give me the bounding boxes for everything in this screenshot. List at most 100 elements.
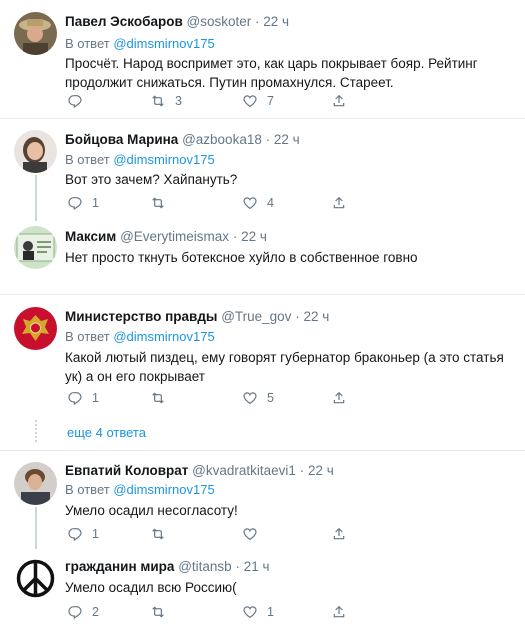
reply-icon: [68, 606, 82, 620]
share-icon: [333, 391, 345, 404]
avatar-image: [14, 226, 57, 269]
separator-dot: ·: [232, 229, 238, 244]
retweet-button[interactable]: [150, 604, 175, 620]
thread-dotted-line: [35, 420, 37, 442]
author-handle[interactable]: @kvadratkitaevi1: [192, 463, 296, 478]
share-button[interactable]: [331, 390, 347, 406]
author-handle[interactable]: @titansb: [178, 559, 231, 574]
like-count: 1: [267, 605, 274, 619]
reply-prefix: В ответ: [65, 329, 110, 344]
like-count: 4: [267, 196, 274, 210]
author-handle[interactable]: @Everytimeismax: [120, 229, 229, 244]
peace-icon: [14, 557, 57, 600]
share-button[interactable]: [331, 93, 347, 109]
reply-button[interactable]: 1: [67, 526, 99, 542]
reply-count: 2: [92, 605, 99, 619]
tweet-evpatiy[interactable]: Евпатий Коловрат @kvadratkitaevi1 · 22 ч…: [0, 451, 525, 547]
retweet-button[interactable]: [150, 390, 175, 406]
share-button[interactable]: [331, 604, 347, 620]
retweet-icon: [152, 392, 164, 404]
like-button[interactable]: [242, 526, 267, 542]
share-icon: [333, 605, 345, 618]
separator-dot: ·: [235, 559, 240, 574]
share-icon: [333, 527, 345, 540]
reply-count: 1: [92, 527, 99, 541]
reply-context: В ответ @dimsmirnov175: [65, 36, 215, 51]
avatar-image: [14, 12, 57, 55]
reply-mention[interactable]: @dimsmirnov175: [113, 329, 214, 344]
show-more-replies-link[interactable]: еще 4 ответа: [67, 425, 146, 440]
author-handle[interactable]: @True_gov: [221, 309, 291, 324]
separator-dot: ·: [265, 132, 271, 147]
author-name[interactable]: гражданин мира: [65, 559, 174, 574]
tweet-ministerstvo[interactable]: Министерство правды @True_gov · 22 ч В о…: [0, 295, 525, 413]
reply-context: В ответ @dimsmirnov175: [65, 482, 215, 497]
timestamp[interactable]: 22 ч: [303, 309, 329, 324]
reply-button[interactable]: [67, 93, 92, 109]
tweet-boytsova[interactable]: Бойцова Марина @azbooka18 · 22 ч В ответ…: [0, 119, 525, 214]
retweet-count: 3: [175, 94, 182, 108]
separator-dot: ·: [299, 463, 305, 478]
tweet-text: Умело осадил несогласоту!: [65, 503, 238, 518]
share-icon: [333, 94, 345, 107]
avatar[interactable]: [14, 307, 57, 350]
tweet-text: Нет просто ткнуть ботексное хуйло в собс…: [65, 250, 418, 265]
reply-mention[interactable]: @dimsmirnov175: [113, 152, 214, 167]
avatar-image: [14, 130, 57, 173]
reply-mention[interactable]: @dimsmirnov175: [113, 36, 214, 51]
author-handle[interactable]: @azbooka18: [182, 132, 262, 147]
reply-button[interactable]: 1: [67, 195, 99, 211]
reply-button[interactable]: 1: [67, 390, 99, 406]
retweet-button[interactable]: [150, 195, 175, 211]
reply-prefix: В ответ: [65, 152, 110, 167]
retweet-icon: [152, 606, 164, 618]
author-handle[interactable]: @soskoter: [187, 14, 252, 29]
author-name[interactable]: Евпатий Коловрат: [65, 463, 188, 478]
share-button[interactable]: [331, 195, 347, 211]
heart-icon: [243, 392, 257, 405]
reply-count: 1: [92, 391, 99, 405]
reply-mention[interactable]: @dimsmirnov175: [113, 482, 214, 497]
reply-icon: [68, 95, 82, 109]
timestamp[interactable]: 22 ч: [274, 132, 300, 147]
like-count: 5: [267, 391, 274, 405]
author-name[interactable]: Бойцова Марина: [65, 132, 178, 147]
avatar[interactable]: [14, 557, 57, 600]
share-button[interactable]: [331, 526, 347, 542]
retweet-icon: [152, 197, 164, 209]
like-button[interactable]: 1: [242, 604, 274, 620]
timestamp[interactable]: 22 ч: [308, 463, 334, 478]
like-button[interactable]: 5: [242, 390, 274, 406]
reply-icon: [68, 392, 82, 406]
retweet-button[interactable]: 3: [150, 93, 182, 109]
timestamp[interactable]: 22 ч: [263, 14, 289, 29]
separator-dot: ·: [255, 14, 260, 29]
retweet-icon: [152, 528, 164, 540]
reply-button[interactable]: 2: [67, 604, 99, 620]
reply-prefix: В ответ: [65, 482, 110, 497]
tweet-pavel[interactable]: Павел Эскобаров @soskoter · 22 ч В ответ…: [0, 0, 525, 118]
author-name[interactable]: Министерство правды: [65, 309, 217, 324]
separator-dot: ·: [295, 309, 300, 324]
timestamp[interactable]: 22 ч: [241, 229, 267, 244]
author-name[interactable]: Максим: [65, 229, 116, 244]
avatar-image: [14, 462, 57, 505]
heart-icon: [243, 528, 257, 541]
like-button[interactable]: 7: [242, 93, 274, 109]
thread-line: [35, 507, 37, 549]
avatar[interactable]: [14, 130, 57, 173]
timestamp[interactable]: 21 ч: [244, 559, 270, 574]
reply-prefix: В ответ: [65, 36, 110, 51]
reply-count: 1: [92, 196, 99, 210]
like-button[interactable]: 4: [242, 195, 274, 211]
avatar[interactable]: [14, 462, 57, 505]
avatar[interactable]: [14, 226, 57, 269]
author-name[interactable]: Павел Эскобаров: [65, 14, 183, 29]
retweet-button[interactable]: [150, 526, 175, 542]
reply-icon: [68, 528, 82, 542]
avatar[interactable]: [14, 12, 57, 55]
tweet-text: Какой лютый пиздец, ему говорят губернат…: [65, 350, 504, 384]
tweet-grazhdanin[interactable]: гражданин мира @titansb · 21 ч Умело оса…: [0, 547, 525, 628]
reply-context: В ответ @dimsmirnov175: [65, 329, 215, 344]
tweet-maksim[interactable]: Максим @Everytimeismax · 22 ч Нет просто…: [0, 214, 525, 294]
